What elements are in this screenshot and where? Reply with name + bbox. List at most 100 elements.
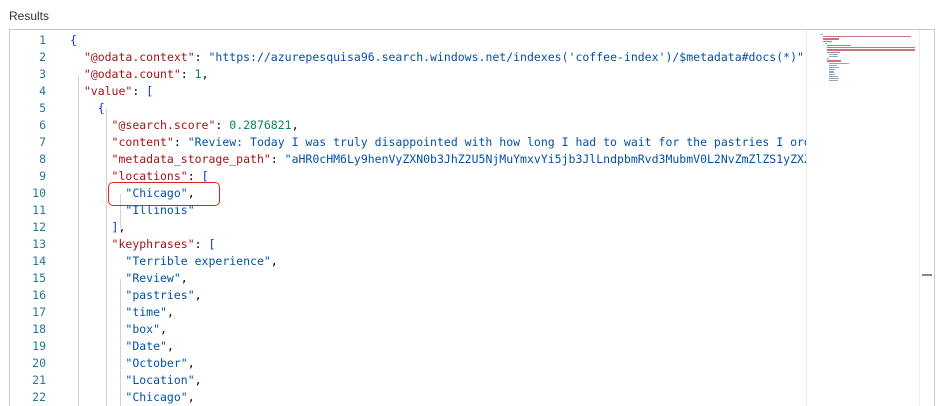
line-number: 8 bbox=[39, 152, 46, 166]
json-punctuation: : bbox=[194, 50, 209, 64]
json-punctuation: , bbox=[291, 118, 299, 132]
minimap-line bbox=[827, 45, 852, 47]
json-punctuation bbox=[70, 288, 125, 302]
json-punctuation: : bbox=[132, 84, 147, 98]
json-punctuation: , bbox=[160, 322, 167, 336]
json-punctuation: : bbox=[270, 152, 285, 166]
json-punctuation: , bbox=[270, 254, 278, 268]
vertical-scrollbar[interactable] bbox=[919, 30, 934, 406]
json-string: "Location" bbox=[125, 373, 195, 387]
line-number: 1 bbox=[39, 33, 46, 47]
json-punctuation bbox=[70, 339, 125, 353]
json-punctuation bbox=[70, 152, 112, 166]
line-number: 13 bbox=[32, 237, 46, 251]
json-punctuation: [ bbox=[208, 237, 216, 251]
minimap-line bbox=[827, 47, 915, 49]
code-line: "@search.score": 0.2876821, bbox=[70, 117, 299, 134]
json-string: "Date" bbox=[125, 339, 167, 353]
json-punctuation bbox=[70, 169, 112, 183]
json-number: 1 bbox=[194, 67, 202, 81]
json-punctuation: , bbox=[166, 305, 174, 319]
json-string: "box" bbox=[125, 322, 161, 336]
minimap-line bbox=[827, 58, 829, 60]
code-line: "pastries", bbox=[70, 287, 202, 304]
json-string: "https://azurepesquisa96.search.windows.… bbox=[208, 50, 804, 64]
line-number-gutter: 1 2 3 4 5 6 7 8 9 10 11 12 13 14 15 16 17 18 19 20 21 22 bbox=[10, 30, 48, 406]
scroll-thumb[interactable] bbox=[922, 274, 932, 276]
json-key: "locations" bbox=[111, 169, 188, 183]
minimap-line bbox=[827, 49, 915, 51]
json-punctuation: , bbox=[166, 339, 174, 353]
chicago-highlight-box bbox=[108, 182, 220, 206]
json-string: "Review: Today I was truly disappointed … bbox=[187, 135, 806, 149]
json-punctuation bbox=[70, 84, 84, 98]
json-string: "Review" bbox=[125, 271, 181, 285]
line-number: 21 bbox=[32, 373, 46, 387]
minimap-line bbox=[823, 38, 840, 40]
code-area[interactable]: { "@odata.context": "https://azurepesqui… bbox=[70, 30, 806, 406]
json-string: "Chicago" bbox=[125, 390, 188, 404]
line-number: 14 bbox=[32, 254, 46, 268]
json-results-editor[interactable]: 1 2 3 4 5 6 7 8 9 10 11 12 13 14 15 16 17 18 19 20 21 22 { "@… bbox=[9, 29, 935, 406]
code-line: "Date", bbox=[70, 338, 174, 355]
json-key: "metadata_storage_path" bbox=[111, 152, 271, 166]
json-string: "aHR0cHM6Ly9henVyZXN0b3JhZ2U5NjMuYmxvYi5… bbox=[284, 152, 806, 166]
json-punctuation bbox=[70, 118, 112, 132]
minimap-line bbox=[823, 40, 832, 42]
line-number: 6 bbox=[39, 118, 46, 132]
code-line: "October", bbox=[70, 355, 194, 372]
json-punctuation bbox=[70, 101, 98, 115]
code-line: "Location", bbox=[70, 372, 201, 389]
code-line: { bbox=[70, 32, 77, 49]
line-number: 12 bbox=[32, 220, 46, 234]
minimap-line bbox=[829, 62, 849, 64]
json-punctuation: { bbox=[70, 33, 77, 47]
json-number: 0.2876821 bbox=[229, 118, 292, 132]
code-line: "keyphrases": [ bbox=[70, 236, 216, 253]
code-line: "content": "Review: Today I was truly di… bbox=[70, 134, 806, 151]
code-line: "metadata_storage_path": "aHR0cHM6Ly9hen… bbox=[70, 151, 806, 168]
json-punctuation: : bbox=[215, 118, 230, 132]
line-number: 10 bbox=[32, 186, 46, 200]
minimap-line bbox=[829, 56, 838, 58]
minimap-line bbox=[829, 69, 836, 71]
code-line: "Review", bbox=[70, 270, 188, 287]
json-punctuation bbox=[70, 135, 112, 149]
minimap-line bbox=[823, 36, 911, 38]
minimap-line bbox=[829, 64, 838, 66]
minimap-line bbox=[829, 78, 839, 80]
minimap[interactable] bbox=[806, 30, 919, 406]
minimap-line bbox=[829, 53, 838, 55]
code-line: "time", bbox=[70, 304, 174, 321]
minimap-line bbox=[829, 75, 838, 77]
json-punctuation: , bbox=[118, 220, 126, 234]
line-number: 15 bbox=[32, 271, 46, 285]
code-line: ], bbox=[70, 219, 126, 236]
json-punctuation: , bbox=[180, 271, 188, 285]
minimap-line bbox=[821, 34, 823, 36]
json-string: "Terrible experience" bbox=[125, 254, 271, 268]
json-punctuation: : bbox=[173, 135, 188, 149]
code-line: "@odata.count": 1, bbox=[70, 66, 209, 83]
line-number: 18 bbox=[32, 322, 46, 336]
line-number: 7 bbox=[39, 135, 46, 149]
json-punctuation: , bbox=[194, 288, 202, 302]
json-punctuation: [ bbox=[146, 84, 154, 98]
json-punctuation bbox=[70, 356, 125, 370]
line-number: 19 bbox=[32, 339, 46, 353]
line-number: 22 bbox=[32, 390, 46, 404]
line-number: 2 bbox=[39, 50, 46, 64]
minimap-line bbox=[827, 51, 840, 53]
line-number: 20 bbox=[32, 356, 46, 370]
minimap-line bbox=[827, 60, 841, 62]
line-number: 5 bbox=[39, 101, 46, 115]
line-number: 16 bbox=[32, 288, 46, 302]
line-number: 11 bbox=[32, 203, 46, 217]
results-title: Results bbox=[9, 9, 50, 23]
json-punctuation bbox=[70, 373, 125, 387]
minimap-line bbox=[825, 42, 827, 44]
json-punctuation bbox=[70, 322, 125, 336]
json-punctuation bbox=[70, 67, 84, 81]
code-line: { bbox=[70, 100, 105, 117]
json-string: "October" bbox=[125, 356, 188, 370]
